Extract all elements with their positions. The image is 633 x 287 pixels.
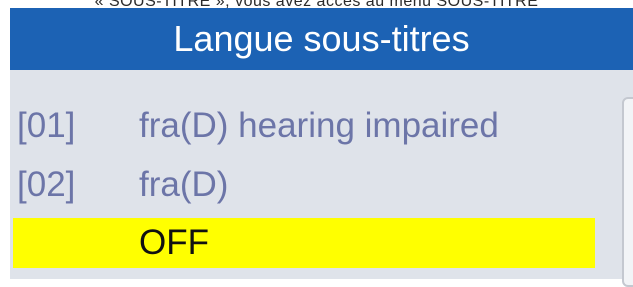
list-item-number: [01] [17, 106, 76, 145]
list-item-off-selected[interactable]: OFF [13, 218, 595, 268]
list-item-fra[interactable]: [02] fra(D) [13, 157, 595, 211]
list-item-number: [02] [17, 165, 76, 204]
list-item-fra-hearing-impaired[interactable]: [01] fra(D) hearing impaired [13, 98, 595, 152]
list-item-label: fra(D) [139, 165, 229, 204]
scrollbar[interactable] [622, 97, 633, 287]
menu-title: Langue sous-titres [173, 18, 470, 59]
menu-title-bar: Langue sous-titres [10, 8, 633, 70]
subtitle-language-list: [01] fra(D) hearing impaired [02] fra(D)… [10, 70, 633, 287]
list-item-label: fra(D) hearing impaired [139, 106, 499, 145]
list-item-label: OFF [139, 223, 209, 262]
